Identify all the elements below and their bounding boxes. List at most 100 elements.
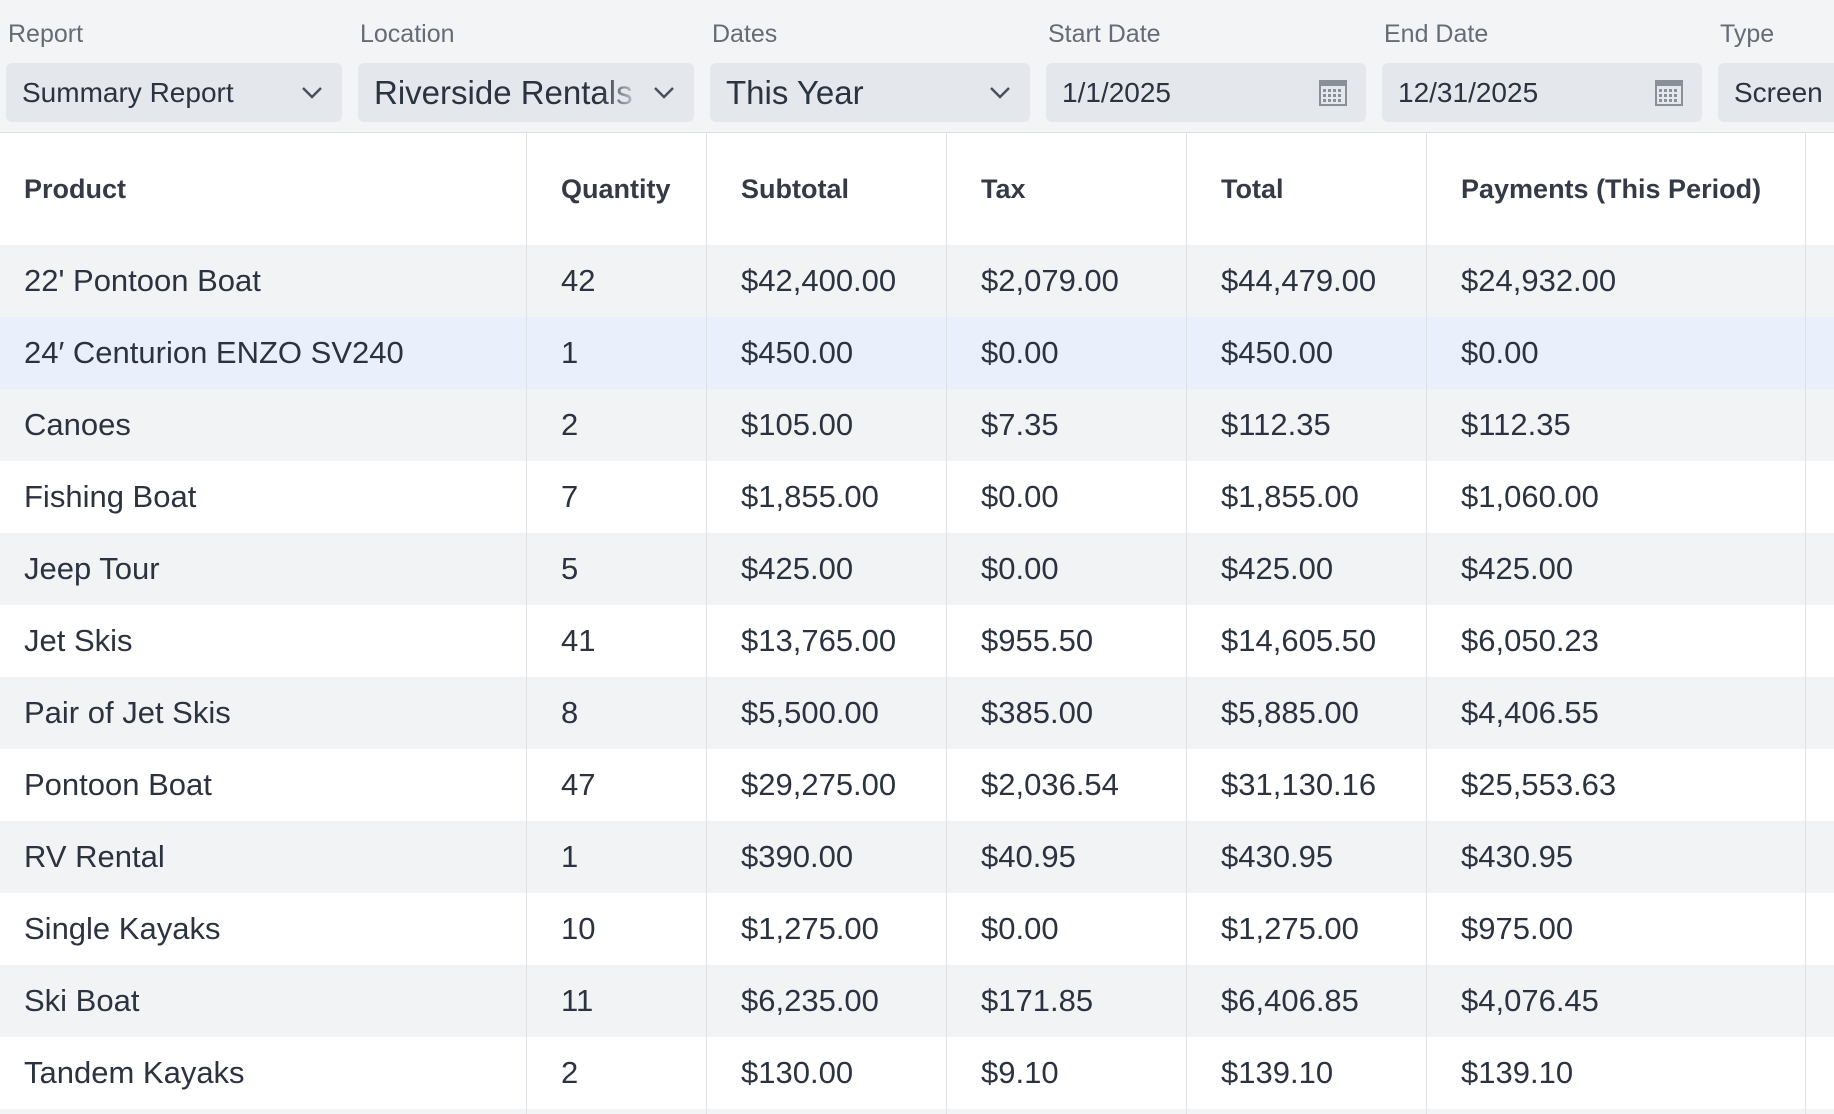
dates-select[interactable]: This Year	[710, 63, 1030, 122]
chevron-down-icon	[654, 87, 674, 99]
cell-total: $31,130.16	[1221, 767, 1377, 802]
column-divider	[1426, 133, 1427, 1114]
table-row[interactable]: Single Kayaks 10 $1,275.00 $0.00 $1,275.00 $9…	[0, 893, 1834, 965]
table-row[interactable]: Jeep Tour 5 $425.00 $0.00 $425.00 $425.00	[0, 533, 1834, 605]
cell-subtotal: $1,275.00	[741, 911, 879, 946]
cell-total: $112.35	[1221, 407, 1331, 442]
start-date-input[interactable]: 1/1/2025	[1046, 63, 1366, 122]
cell-subtotal: $5,500.00	[741, 695, 879, 730]
cell-product: Ski Boat	[24, 983, 140, 1018]
dates-label: Dates	[712, 20, 778, 48]
cell-payments: $139.10	[1461, 1055, 1574, 1090]
table-row[interactable]: Jet Skis 41 $13,765.00 $955.50 $14,605.50 $6,…	[0, 605, 1834, 677]
cell-payments: $975.00	[1461, 911, 1574, 946]
cell-quantity: 2	[561, 1055, 579, 1090]
chevron-down-icon	[990, 87, 1010, 99]
cell-subtotal: $1,855.00	[741, 479, 879, 514]
table-row[interactable]: Canoes 2 $105.00 $7.35 $112.35 $112.35	[0, 389, 1834, 461]
report-label: Report	[8, 20, 84, 48]
cell-tax: $0.00	[981, 479, 1059, 514]
cell-product: Pair of Jet Skis	[24, 695, 231, 730]
column-header-product[interactable]: Product	[24, 133, 126, 245]
column-header-total[interactable]: Total	[1221, 133, 1284, 245]
cell-total: $14,605.50	[1221, 623, 1377, 658]
cell-tax: $171.85	[981, 983, 1094, 1018]
cell-total: $1,855.00	[1221, 479, 1359, 514]
filter-bar: Report Summary Report Location Riverside…	[0, 0, 1834, 133]
cell-tax: $0.00	[981, 335, 1059, 370]
cell-product: Jet Skis	[24, 623, 133, 658]
cell-product: Canoes	[24, 407, 131, 442]
chevron-down-icon	[302, 87, 322, 99]
table-row[interactable]: Ski Boat 11 $6,235.00 $171.85 $6,406.85 $4,07…	[0, 965, 1834, 1037]
cell-product: Pontoon Boat	[24, 767, 212, 802]
cell-total: $1,275.00	[1221, 911, 1359, 946]
cell-quantity: 41	[561, 623, 596, 658]
end-date-label: End Date	[1384, 20, 1489, 48]
column-divider	[526, 133, 527, 1114]
column-divider	[1186, 133, 1187, 1114]
cell-quantity: 8	[561, 695, 579, 730]
cell-payments: $25,553.63	[1461, 767, 1617, 802]
location-select[interactable]: Riverside Rentals	[358, 63, 694, 122]
start-date-value: 1/1/2025	[1062, 76, 1171, 108]
cell-payments: $4,076.45	[1461, 983, 1599, 1018]
cell-quantity: 42	[561, 263, 596, 298]
cell-subtotal: $13,765.00	[741, 623, 897, 658]
column-divider	[706, 133, 707, 1114]
cell-product: 24′ Centurion ENZO SV240	[24, 335, 404, 370]
table-row[interactable]: Fishing Boat 7 $1,855.00 $0.00 $1,855.00 $1,0…	[0, 461, 1834, 533]
cell-product: 22' Pontoon Boat	[24, 263, 261, 298]
dates-value: This Year	[726, 73, 864, 111]
cell-product: RV Rental	[24, 839, 165, 874]
column-divider	[946, 133, 947, 1114]
cell-payments: $425.00	[1461, 551, 1574, 586]
table-row[interactable]: Pair of Jet Skis 8 $5,500.00 $385.00 $5,885.…	[0, 677, 1834, 749]
cell-quantity: 10	[561, 911, 596, 946]
cell-total: $5,885.00	[1221, 695, 1359, 730]
cell-quantity: 47	[561, 767, 596, 802]
cell-subtotal: $42,400.00	[741, 263, 897, 298]
table-row[interactable]: 24′ Centurion ENZO SV240 1 $450.00 $0.00 $45…	[0, 317, 1834, 389]
cell-product: Single Kayaks	[24, 911, 221, 946]
end-date-input[interactable]: 12/31/2025	[1382, 63, 1702, 122]
table-row[interactable]: 22' Pontoon Boat 42 $42,400.00 $2,079.00 $44…	[0, 245, 1834, 317]
cell-quantity: 11	[561, 983, 594, 1018]
cell-tax: $9.10	[981, 1055, 1059, 1090]
table-row[interactable]: Tandem Kayaks 2 $130.00 $9.10 $139.10 $139.10	[0, 1037, 1834, 1109]
cell-payments: $6,050.23	[1461, 623, 1599, 658]
column-header-tax[interactable]: Tax	[981, 133, 1026, 245]
cell-subtotal: $425.00	[741, 551, 854, 586]
cell-payments: $430.95	[1461, 839, 1574, 874]
start-date-label: Start Date	[1048, 20, 1161, 48]
cell-total: $139.10	[1221, 1055, 1334, 1090]
column-header-subtotal[interactable]: Subtotal	[741, 133, 849, 245]
column-header-quantity[interactable]: Quantity	[561, 133, 671, 245]
cell-total: $450.00	[1221, 335, 1334, 370]
type-select[interactable]: Screen	[1718, 63, 1834, 122]
cell-payments: $112.35	[1461, 407, 1571, 442]
cell-product: Jeep Tour	[24, 551, 160, 586]
cell-tax: $40.95	[981, 839, 1076, 874]
cell-total: $6,406.85	[1221, 983, 1359, 1018]
calendar-icon[interactable]	[1654, 78, 1684, 107]
cell-quantity: 2	[561, 407, 579, 442]
cell-product: Fishing Boat	[24, 479, 197, 514]
cell-payments: $24,932.00	[1461, 263, 1617, 298]
cell-product: Tandem Kayaks	[24, 1055, 245, 1090]
cell-tax: $0.00	[981, 551, 1059, 586]
cell-tax: $2,079.00	[981, 263, 1119, 298]
table-row[interactable]: RV Rental 1 $390.00 $40.95 $430.95 $430.95	[0, 821, 1834, 893]
cell-subtotal: $6,235.00	[741, 983, 879, 1018]
cell-quantity: 7	[561, 479, 579, 514]
calendar-icon[interactable]	[1318, 78, 1348, 107]
cell-tax: $7.35	[981, 407, 1059, 442]
summary-table: Product Quantity Subtotal Tax Total Paym…	[0, 133, 1834, 1114]
report-select[interactable]: Summary Report	[6, 63, 342, 122]
location-value: Riverside Rentals	[374, 73, 633, 111]
location-label: Location	[360, 20, 455, 48]
cell-tax: $385.00	[981, 695, 1094, 730]
type-value: Screen	[1734, 76, 1823, 108]
column-header-payments[interactable]: Payments (This Period)	[1461, 133, 1761, 245]
table-row[interactable]: Pontoon Boat 47 $29,275.00 $2,036.54 $31,130…	[0, 749, 1834, 821]
